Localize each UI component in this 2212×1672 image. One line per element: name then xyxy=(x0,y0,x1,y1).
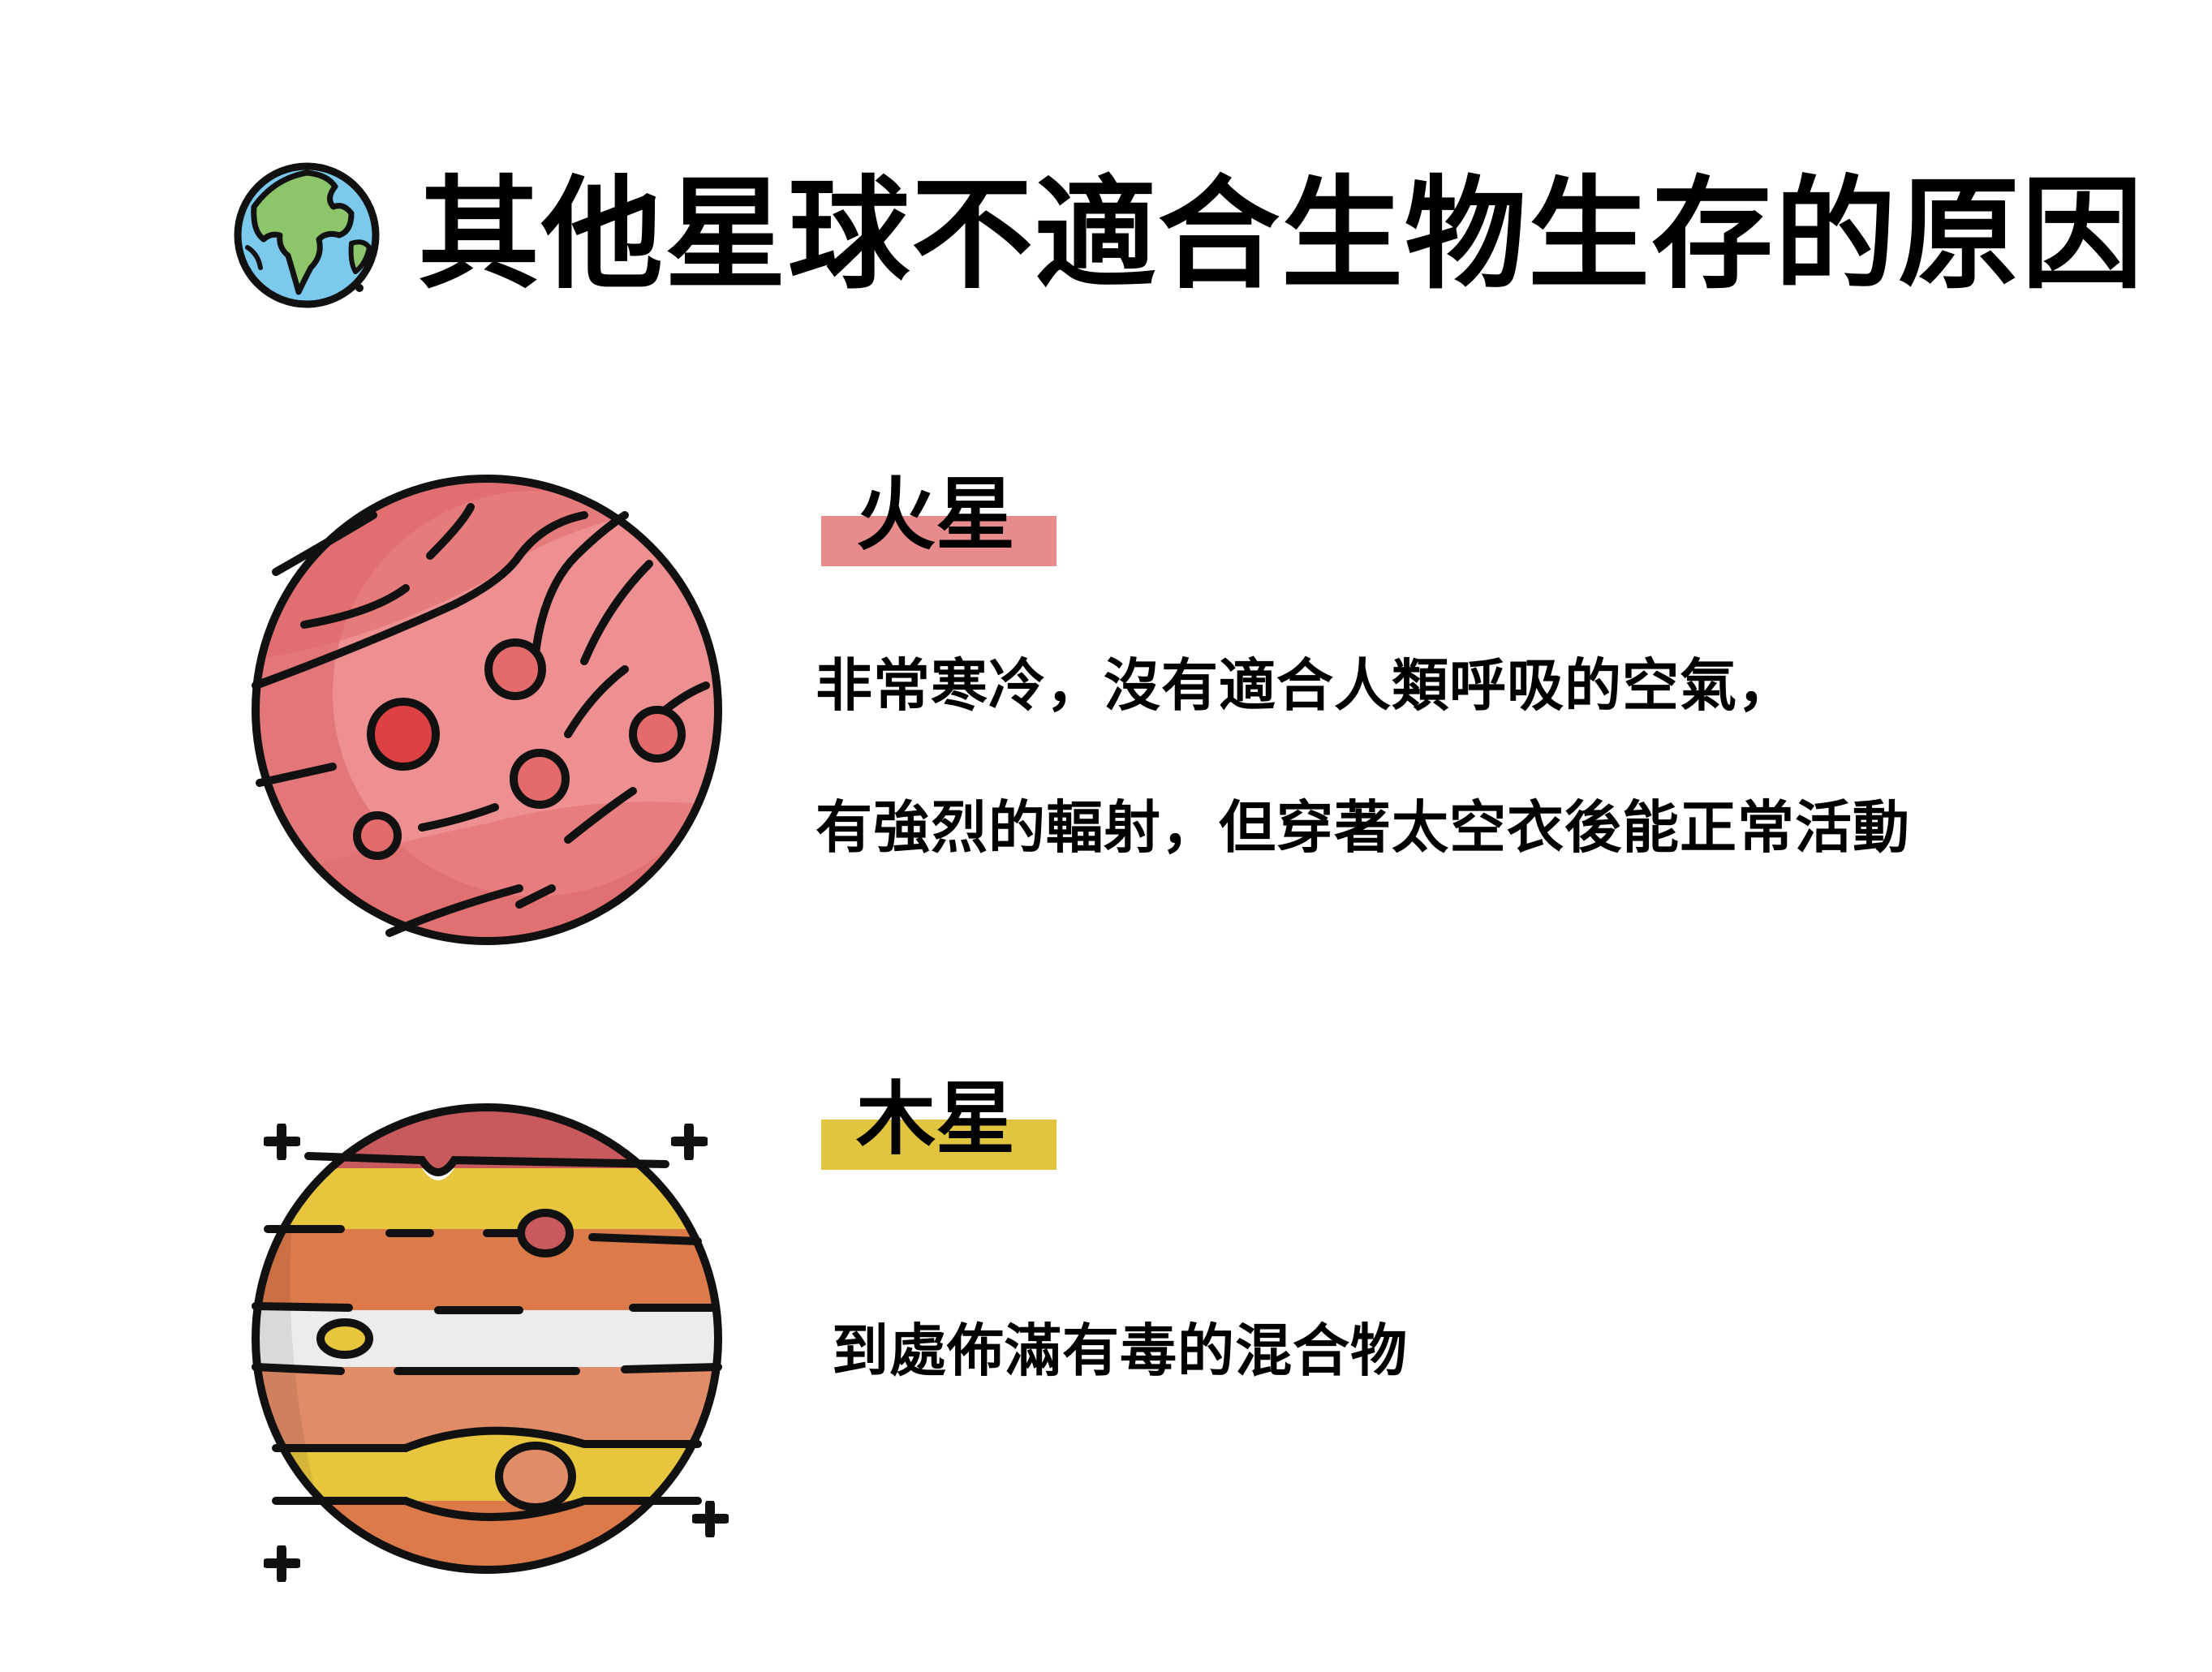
earth-globe-icon xyxy=(234,162,380,308)
jupiter-icon xyxy=(252,1103,722,1574)
mars-label: 火星 xyxy=(856,469,1016,561)
sparkle-icon xyxy=(692,1501,729,1537)
jupiter-label: 木星 xyxy=(856,1073,1016,1166)
sparkle-icon xyxy=(264,1124,300,1160)
mars-description-line-2: 有強烈的輻射，但穿著太空衣後能正常活動 xyxy=(816,794,1910,861)
sparkle-icon xyxy=(264,1545,300,1582)
mars-description-line-1: 非常寒冷，沒有適合人類呼吸的空氣， xyxy=(816,652,1795,719)
page-title: 其他星球不適合生物生存的原因 xyxy=(418,165,2145,306)
mars-icon xyxy=(252,475,722,945)
jupiter-description-line-1: 到處佈滿有毒的混合物 xyxy=(832,1317,1408,1384)
sparkle-icon xyxy=(671,1124,708,1160)
